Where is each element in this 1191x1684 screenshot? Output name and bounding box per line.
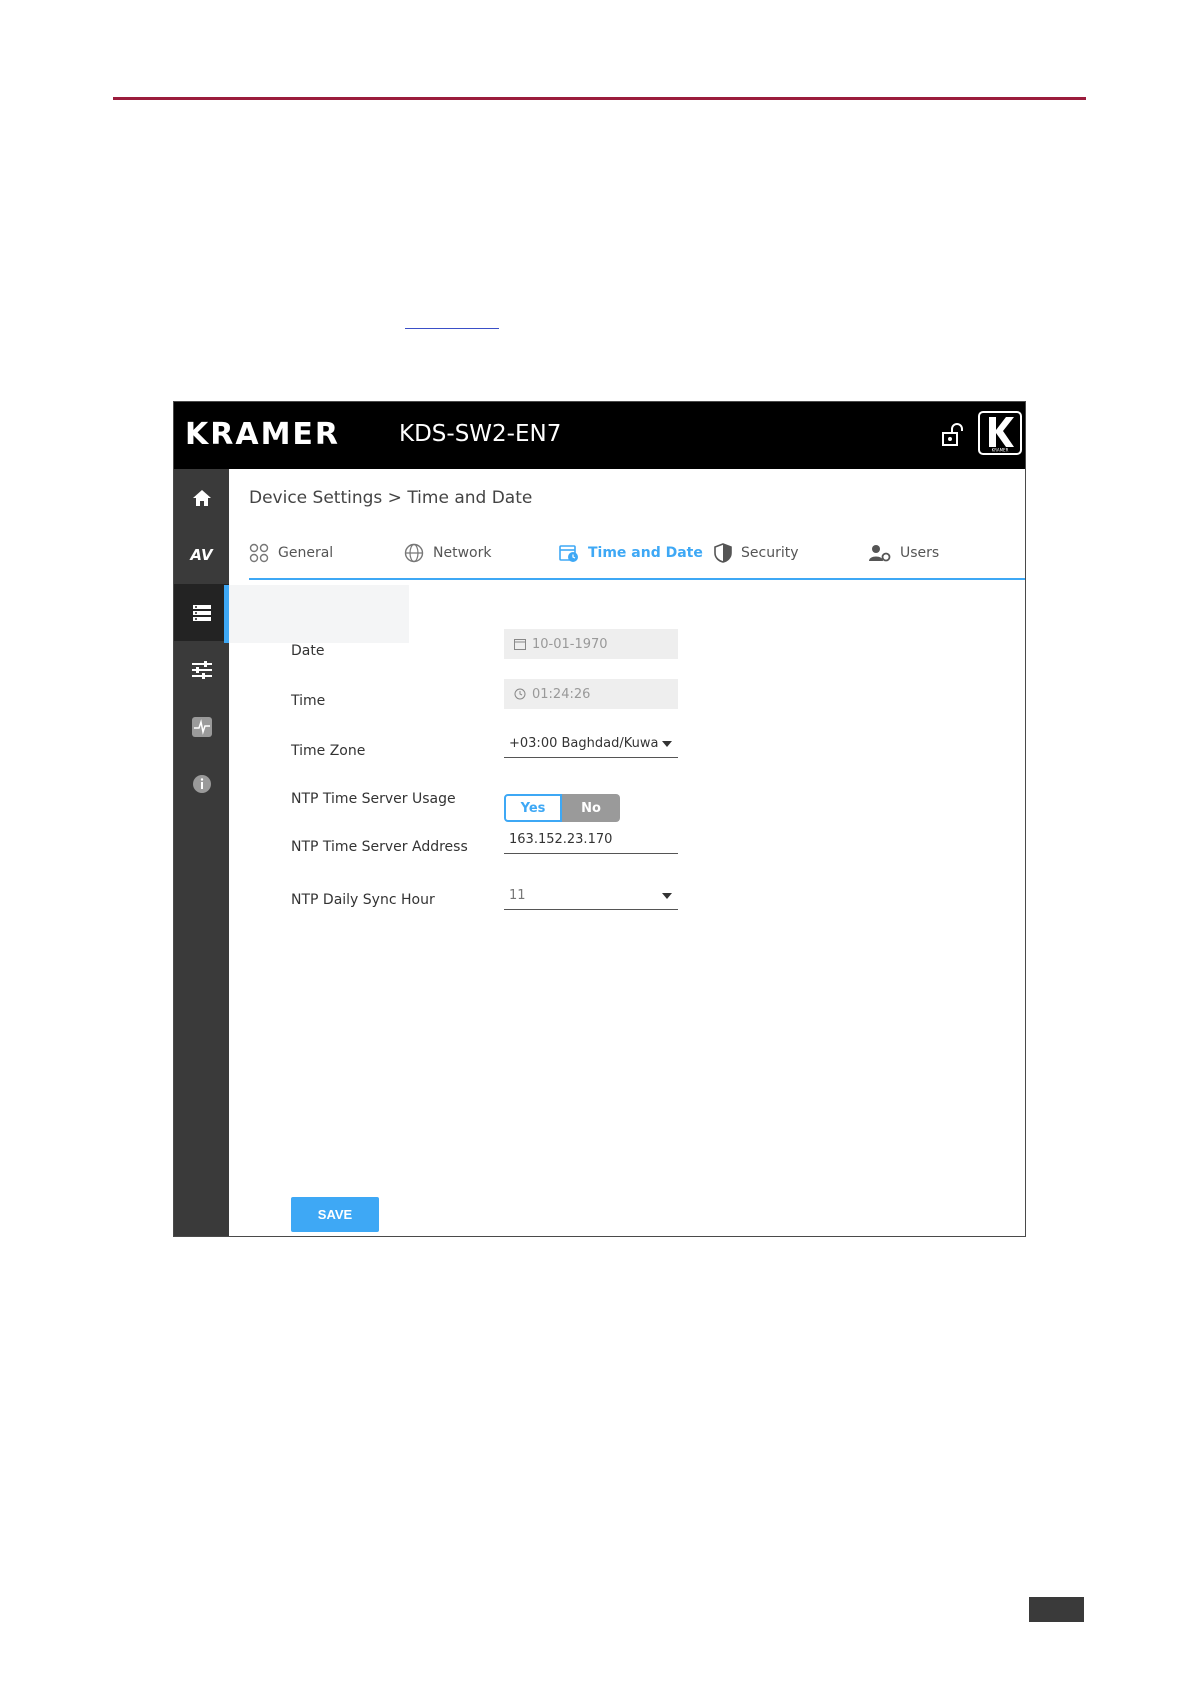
shield-icon [714, 543, 732, 563]
home-icon [192, 489, 211, 506]
ntp-sync-hour-label: NTP Daily Sync Hour [291, 892, 435, 908]
time-value: 01:24:26 [532, 686, 591, 702]
sidebar-item-home[interactable] [174, 469, 229, 526]
date-label: Date [291, 643, 325, 659]
ntp-sync-hour-select[interactable]: 11 [504, 882, 678, 910]
sidebar-item-diagnostics[interactable] [174, 698, 229, 755]
page-number-tab [1029, 1597, 1084, 1622]
ntp-sync-hour-value: 11 [509, 888, 526, 903]
breadcrumb: Device Settings > Time and Date [249, 488, 533, 508]
app-header: KRAMER KDS-SW2-EN7 KRAMER [174, 402, 1025, 469]
ntp-usage-label: NTP Time Server Usage [291, 791, 456, 807]
tab-network[interactable]: Network [404, 532, 491, 574]
save-button[interactable]: SAVE [291, 1197, 379, 1232]
sidebar-item-about[interactable] [174, 755, 229, 812]
tab-label: General [278, 545, 334, 561]
tab-time-and-date[interactable]: Time and Date [559, 532, 703, 574]
device-settings-icon [192, 604, 211, 621]
brand-logo: KRAMER [185, 417, 341, 452]
general-icon [249, 543, 269, 563]
info-icon [192, 774, 211, 793]
ntp-usage-toggle: Yes No [504, 794, 620, 822]
sidebar-item-av[interactable]: AV [174, 526, 229, 583]
chevron-down-icon [662, 740, 672, 747]
sliders-icon [191, 660, 212, 679]
time-zone-value: +03:00 Baghdad/Kuwa [509, 736, 659, 751]
time-zone-label: Time Zone [291, 743, 366, 759]
tab-label: Security [741, 545, 799, 561]
date-value: 10-01-1970 [532, 636, 608, 652]
time-zone-select[interactable]: +03:00 Baghdad/Kuwa [504, 730, 678, 758]
globe-icon [404, 543, 424, 563]
time-label: Time [291, 693, 326, 709]
ntp-address-label: NTP Time Server Address [291, 839, 468, 855]
sidebar-item-device-settings[interactable] [174, 584, 229, 641]
tab-users[interactable]: Users [869, 532, 939, 574]
calendar-icon [514, 639, 526, 650]
tab-general[interactable]: General [249, 532, 333, 574]
av-icon: AV [190, 545, 213, 564]
time-field: 01:24:26 [504, 679, 678, 709]
sidebar: AV [174, 469, 229, 1236]
tab-security[interactable]: Security [714, 532, 799, 574]
logo-text: KRAMER [992, 448, 1009, 453]
date-field: 10-01-1970 [504, 629, 678, 659]
web-ui-window: KRAMER KDS-SW2-EN7 KRAMER AV Device Sett… [173, 401, 1026, 1237]
ntp-usage-no-button[interactable]: No [562, 794, 620, 822]
tab-label: Network [433, 545, 492, 561]
users-gear-icon [869, 545, 891, 562]
device-name: KDS-SW2-EN7 [399, 421, 562, 447]
tab-label: Users [900, 545, 940, 561]
tab-label: Time and Date [588, 545, 703, 561]
ntp-usage-yes-button[interactable]: Yes [504, 794, 562, 822]
pulse-icon [191, 716, 212, 737]
calendar-clock-icon [559, 545, 578, 562]
ntp-address-input[interactable]: 163.152.23.170 [504, 826, 678, 854]
kramer-k-logo: KRAMER [978, 411, 1022, 455]
sidebar-item-adjust[interactable] [174, 641, 229, 698]
chevron-down-icon [662, 892, 672, 899]
unlock-icon[interactable] [940, 422, 966, 448]
sidebar-hover-flyout [229, 585, 409, 643]
settings-tabs: General Network Time and Date Security U… [249, 532, 1025, 580]
header-rule [113, 97, 1086, 100]
document-link-underline[interactable] [405, 328, 499, 329]
clock-icon [514, 688, 526, 700]
ntp-address-value: 163.152.23.170 [509, 832, 613, 847]
